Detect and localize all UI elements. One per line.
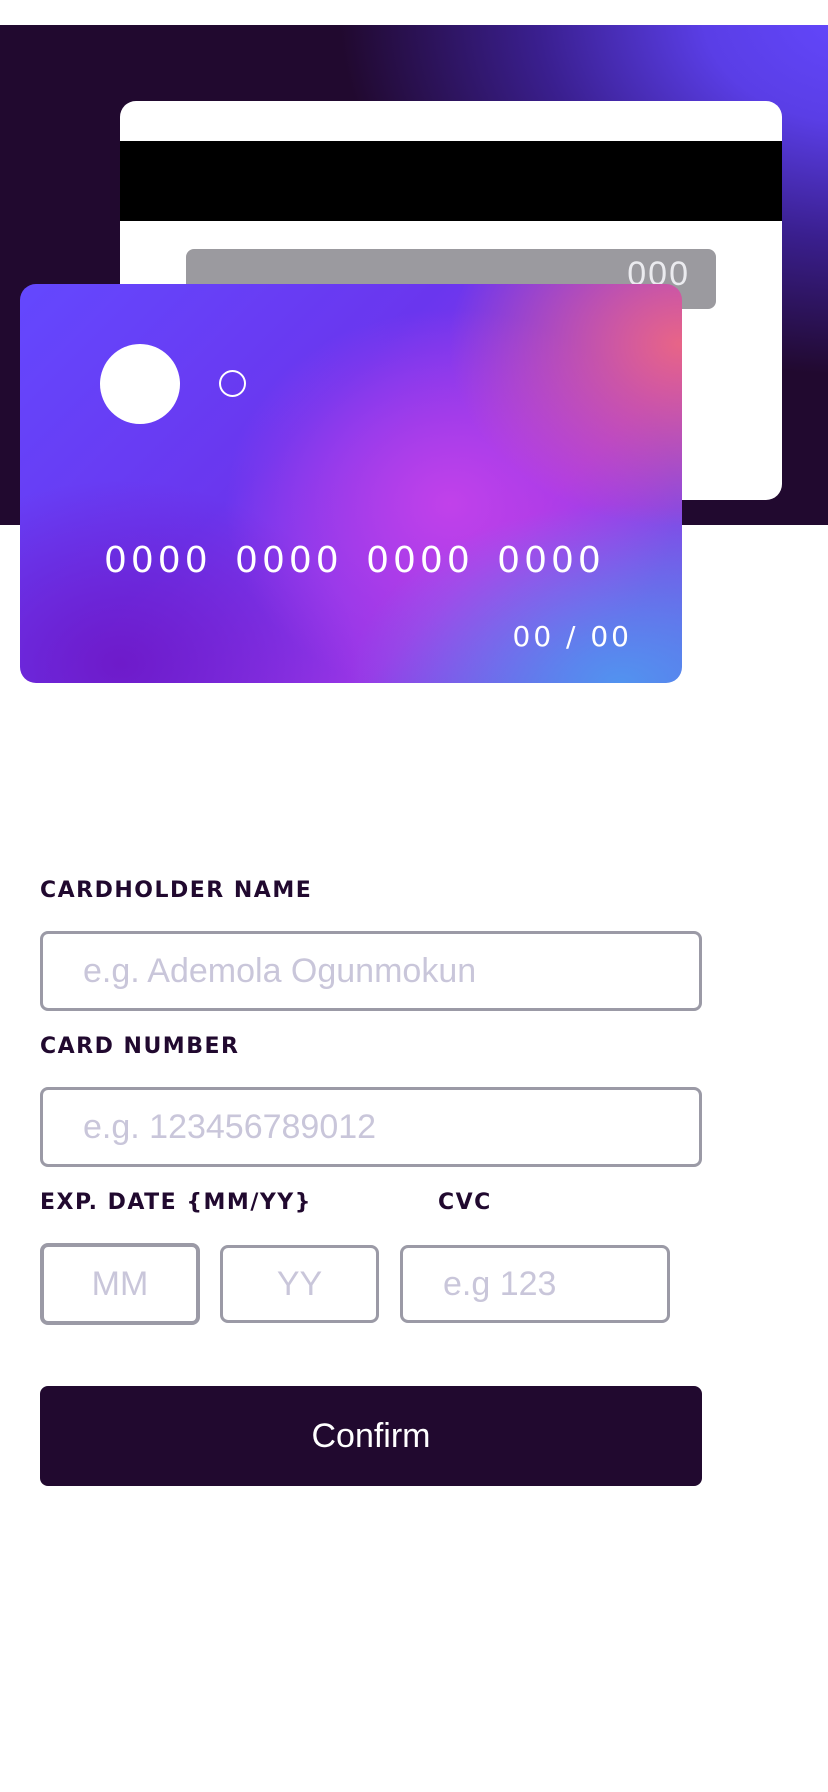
cvc-label: CVC bbox=[438, 1190, 492, 1215]
exp-year-input[interactable] bbox=[220, 1245, 379, 1323]
card-front-number: 0000 0000 0000 0000 bbox=[104, 540, 605, 581]
card-logo-filled-circle-icon bbox=[100, 344, 180, 424]
confirm-button[interactable]: Confirm bbox=[40, 1386, 702, 1486]
exp-date-label: EXP. DATE {MM/YY} bbox=[40, 1190, 312, 1215]
card-number-label: CARD NUMBER bbox=[40, 1034, 240, 1059]
magnetic-stripe bbox=[120, 141, 782, 221]
card-front: 0000 0000 0000 0000 00 / 00 bbox=[20, 284, 682, 683]
cardholder-name-input[interactable] bbox=[40, 931, 702, 1011]
card-number-input[interactable] bbox=[40, 1087, 702, 1167]
exp-month-input[interactable] bbox=[40, 1243, 200, 1325]
cvc-input[interactable] bbox=[400, 1245, 670, 1323]
card-front-expiry: 00 / 00 bbox=[512, 620, 632, 653]
card-logo-outline-circle-icon bbox=[219, 370, 246, 397]
cardholder-name-label: CARDHOLDER NAME bbox=[40, 878, 313, 903]
